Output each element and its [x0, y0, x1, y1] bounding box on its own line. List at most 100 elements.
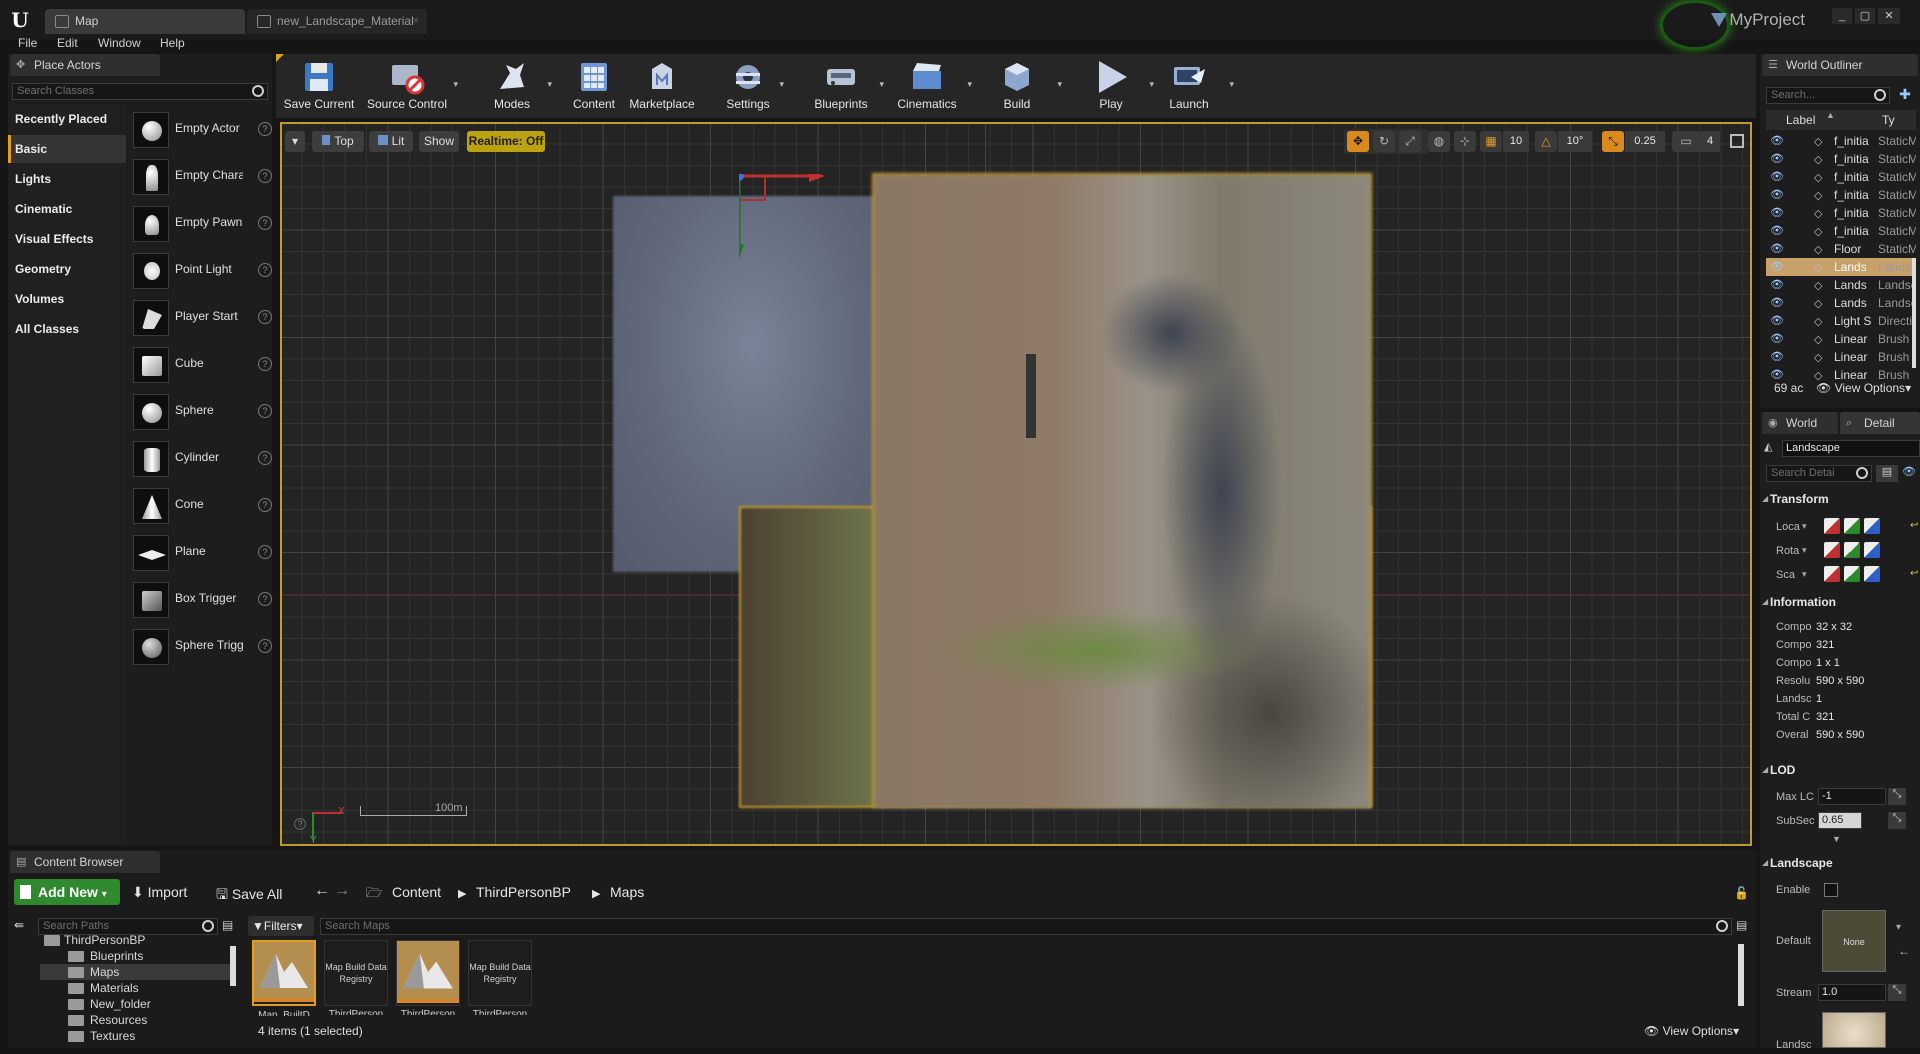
- view-mode-top-button[interactable]: Top: [312, 131, 364, 152]
- axis-lock-icon[interactable]: [1824, 566, 1840, 582]
- reset-arrow-icon[interactable]: ⤡: [1888, 984, 1906, 1001]
- folder-item[interactable]: Resources: [40, 1012, 230, 1028]
- object-name-field[interactable]: Landscape: [1782, 440, 1920, 457]
- advanced-expand-icon[interactable]: ▼: [1832, 834, 1841, 844]
- search-classes-input[interactable]: Search Classes: [12, 83, 268, 100]
- cinematics-dropdown-icon[interactable]: ▾: [967, 79, 972, 90]
- modes-dropdown-icon[interactable]: ▾: [547, 79, 552, 90]
- camera-speed-value[interactable]: 4: [1700, 131, 1720, 152]
- outliner-row[interactable]: 👁 ◇ f_initia StaticM: [1766, 186, 1916, 204]
- breadcrumb-separator-icon[interactable]: ▶: [458, 887, 466, 900]
- category-volumes[interactable]: Volumes: [8, 285, 126, 313]
- axis-lock-icon[interactable]: [1844, 542, 1860, 558]
- back-arrow-icon[interactable]: ←: [314, 882, 330, 900]
- help-icon[interactable]: ?: [258, 592, 272, 606]
- outliner-column-type[interactable]: Ty: [1882, 113, 1895, 127]
- help-icon[interactable]: ?: [258, 498, 272, 512]
- build-button[interactable]: Build ▾: [1000, 57, 1062, 113]
- reset-arrow-icon[interactable]: ⤡: [1888, 788, 1906, 805]
- rotation-snap-icon[interactable]: △: [1535, 131, 1557, 152]
- transform-row-label[interactable]: Sca: [1776, 569, 1816, 581]
- asset-thirdperson-map[interactable]: ThirdPerson: [396, 940, 460, 1015]
- search-maps-input[interactable]: Search Maps: [320, 918, 1732, 935]
- details-search-input[interactable]: Search Detai: [1766, 465, 1872, 482]
- maximize-button[interactable]: ▢: [1855, 8, 1875, 24]
- visibility-eye-icon[interactable]: 👁: [1770, 153, 1784, 165]
- streaming-input[interactable]: 1.0: [1818, 984, 1886, 1001]
- play-button[interactable]: Play ▾: [1092, 57, 1154, 113]
- folder-item[interactable]: Materials: [40, 980, 230, 996]
- folder-item[interactable]: ThirdPersonBP: [40, 932, 230, 948]
- material-dropdown-icon[interactable]: ▾: [1896, 922, 1901, 933]
- actor-point-light[interactable]: Point Light?: [130, 248, 272, 293]
- axis-lock-icon[interactable]: [1864, 566, 1880, 582]
- help-icon[interactable]: ?: [258, 216, 272, 230]
- outliner-row[interactable]: 👁 ◇ Floor StaticM: [1766, 240, 1916, 258]
- filters-button[interactable]: ▼Filters▾: [248, 916, 314, 936]
- play-dropdown-icon[interactable]: ▾: [1149, 79, 1154, 90]
- outliner-row[interactable]: 👁 ◇ Linear Brush: [1766, 348, 1916, 366]
- outliner-column-label[interactable]: Label: [1786, 113, 1815, 127]
- rotation-snap-value[interactable]: 10°: [1558, 131, 1592, 152]
- visibility-eye-icon[interactable]: 👁: [1770, 351, 1784, 363]
- menu-help[interactable]: Help: [160, 36, 185, 50]
- asset-map-builtdata[interactable]: Map_BuiltD: [252, 940, 316, 1016]
- settings-dropdown-icon[interactable]: ▾: [779, 79, 784, 90]
- lod-max-input[interactable]: -1: [1818, 788, 1886, 805]
- reset-arrow-icon[interactable]: ↩: [1910, 520, 1918, 531]
- folder-item[interactable]: Textures: [40, 1028, 230, 1044]
- actor-empty-character[interactable]: Empty Character?: [130, 154, 272, 199]
- viewport-help-icon[interactable]: ?: [294, 818, 306, 830]
- help-icon[interactable]: ?: [258, 310, 272, 324]
- blueprints-button[interactable]: Blueprints ▾: [810, 57, 884, 113]
- camera-speed-icon[interactable]: ▭: [1672, 131, 1700, 152]
- add-new-button[interactable]: Add New ▾: [14, 879, 120, 905]
- actor-cone[interactable]: Cone?: [130, 483, 272, 528]
- outliner-row[interactable]: 👁 ◇ Lands Landsc: [1766, 276, 1916, 294]
- actor-empty-actor[interactable]: Empty Actor?: [130, 107, 272, 152]
- default-material-thumbnail[interactable]: None: [1822, 910, 1886, 972]
- visibility-eye-icon[interactable]: 👁: [1770, 315, 1784, 327]
- tab-world-settings[interactable]: ◉ World: [1762, 412, 1838, 434]
- outliner-search-input[interactable]: Search...: [1766, 87, 1890, 104]
- help-icon[interactable]: ?: [258, 404, 272, 418]
- settings-button[interactable]: Settings ▾: [724, 57, 784, 113]
- save-current-button[interactable]: Save Current: [282, 57, 356, 113]
- breadcrumb-maps[interactable]: Maps: [610, 884, 644, 900]
- visibility-eye-icon[interactable]: 👁: [1770, 207, 1784, 219]
- help-icon[interactable]: ?: [258, 122, 272, 136]
- transform-row-label[interactable]: Rota: [1776, 545, 1816, 557]
- visibility-eye-icon[interactable]: 👁: [1770, 279, 1784, 291]
- outliner-view-options[interactable]: 👁 View Options▾: [1816, 381, 1911, 395]
- tab-landscape-material[interactable]: new_Landscape_Material ×: [247, 9, 427, 34]
- tab-map[interactable]: Map: [45, 9, 245, 34]
- tab-content-browser[interactable]: ▤ Content Browser: [10, 851, 160, 873]
- scale-snap-value[interactable]: 0.25: [1625, 131, 1665, 152]
- outliner-row[interactable]: 👁 ◇ f_initia StaticM: [1766, 132, 1916, 150]
- grid-snap-icon[interactable]: ▦: [1480, 131, 1502, 152]
- axis-lock-icon[interactable]: [1864, 542, 1880, 558]
- actor-sphere-trigger[interactable]: Sphere Trigger?: [130, 624, 272, 669]
- actor-player-start[interactable]: Player Start?: [130, 295, 272, 340]
- outliner-row[interactable]: 👁 ◇ Lands Landsc: [1766, 294, 1916, 312]
- close-window-button[interactable]: ✕: [1878, 8, 1900, 24]
- translate-mode-icon[interactable]: ✥: [1347, 131, 1369, 152]
- asset-view-options[interactable]: 👁 View Options▾: [1644, 1024, 1739, 1038]
- cinematics-button[interactable]: Cinematics ▾: [894, 57, 972, 113]
- launch-dropdown-icon[interactable]: ▾: [1229, 79, 1234, 90]
- source-control-button[interactable]: Source Control ▾: [362, 57, 458, 113]
- outliner-scrollbar[interactable]: [1912, 258, 1916, 368]
- actor-cube[interactable]: Cube?: [130, 342, 272, 387]
- asset-map-build-data-registry[interactable]: Map Build Data Registry ThirdPerson: [324, 940, 388, 1015]
- reset-arrow-icon[interactable]: ⤡: [1888, 812, 1906, 829]
- realtime-toggle[interactable]: Realtime: Off: [467, 131, 545, 152]
- category-basic[interactable]: Basic: [8, 135, 126, 163]
- scale-mode-icon[interactable]: ⤢: [1399, 131, 1421, 152]
- visibility-eye-icon[interactable]: 👁: [1770, 225, 1784, 237]
- axis-lock-icon[interactable]: [1824, 518, 1840, 534]
- section-transform[interactable]: Transform: [1762, 488, 1920, 510]
- help-icon[interactable]: ?: [258, 545, 272, 559]
- category-geometry[interactable]: Geometry: [8, 255, 126, 283]
- outliner-row[interactable]: 👁 ◇ f_initia StaticM: [1766, 168, 1916, 186]
- axis-lock-icon[interactable]: [1824, 542, 1840, 558]
